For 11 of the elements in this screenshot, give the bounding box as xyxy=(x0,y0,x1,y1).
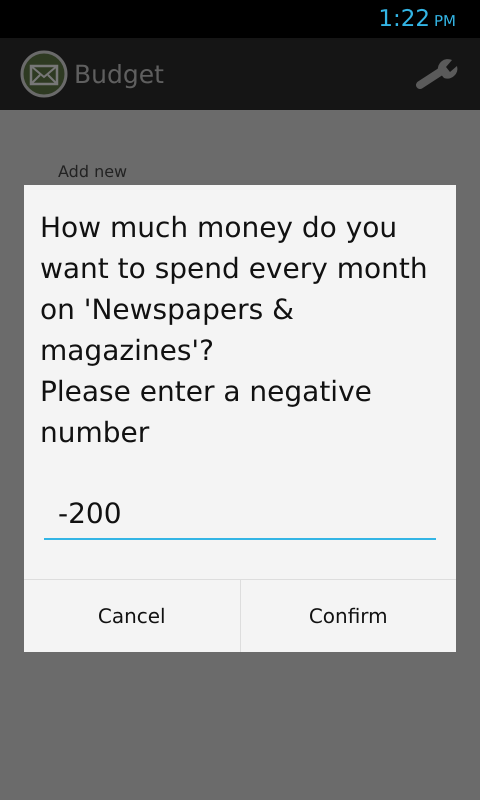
dialog-button[interactable]: Confirm xyxy=(240,580,456,652)
clock-time: 1:22 xyxy=(378,6,430,32)
dialog-hint: Please enter a negative number xyxy=(39,374,373,451)
dialog-button[interactable]: Cancel xyxy=(24,580,240,652)
add-new-label: Add new xyxy=(58,162,128,181)
envelope-icon[interactable] xyxy=(20,50,68,98)
app-title: Budget xyxy=(74,60,165,88)
wrench-icon[interactable] xyxy=(416,57,460,91)
clock-period: PM xyxy=(434,12,456,30)
amount-input[interactable]: -200 xyxy=(44,493,436,540)
dialog-question: How much money do you want to spend every month on 'Newspapers & magazines'? xyxy=(39,210,429,369)
